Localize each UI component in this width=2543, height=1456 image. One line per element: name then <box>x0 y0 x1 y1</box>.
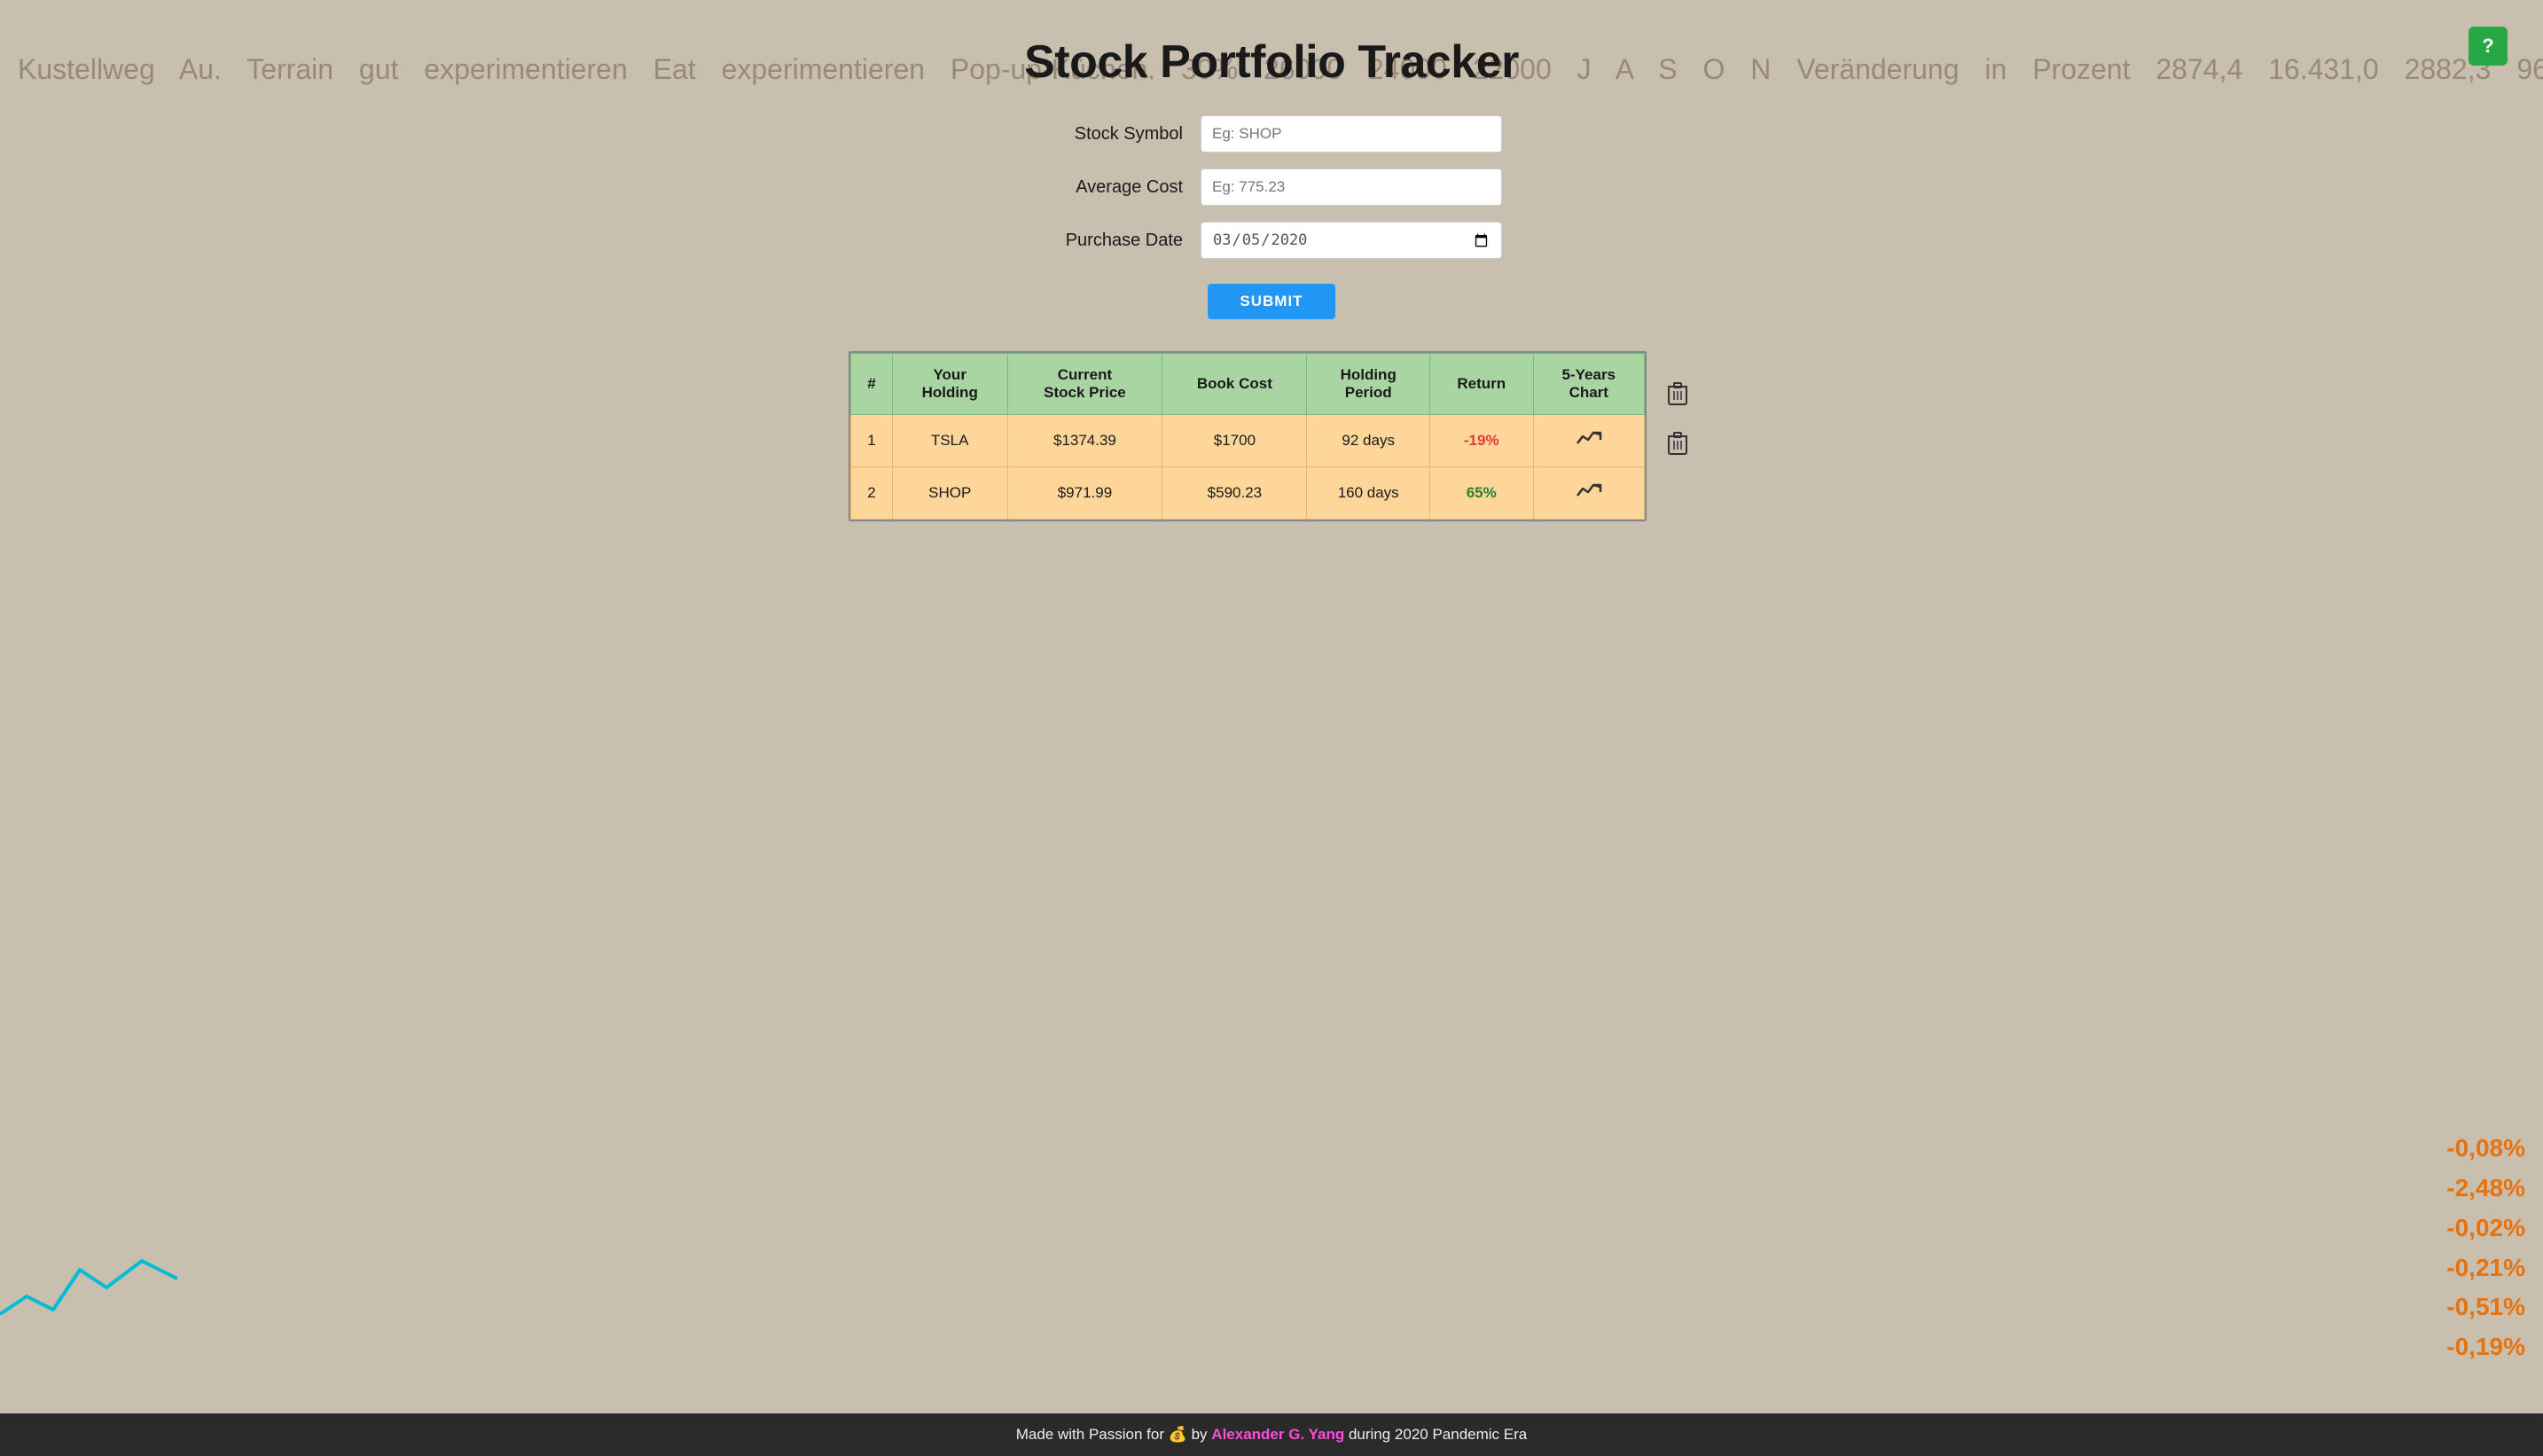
portfolio-table-wrapper: # YourHolding CurrentStock Price Book Co… <box>849 351 1647 521</box>
col-current-price: CurrentStock Price <box>1007 354 1162 415</box>
submit-label: SUBMIT <box>1240 293 1303 309</box>
table-row: 2 SHOP $971.99 $590.23 160 days 65% <box>851 467 1645 520</box>
col-book-cost: Book Cost <box>1162 354 1307 415</box>
purchase-date-row: Purchase Date <box>1041 222 1502 259</box>
cell-chart-2[interactable] <box>1533 467 1644 520</box>
cell-return-1: -19% <box>1429 415 1533 467</box>
stock-symbol-label: Stock Symbol <box>1041 124 1183 145</box>
cell-chart-1[interactable] <box>1533 415 1644 467</box>
col-return: Return <box>1429 354 1533 415</box>
trash-icon-1 <box>1668 382 1687 405</box>
trash-icon-2 <box>1668 432 1687 455</box>
purchase-date-input[interactable] <box>1201 222 1502 259</box>
portfolio-table-container: # YourHolding CurrentStock Price Book Co… <box>849 319 1694 521</box>
cell-current-price-2: $971.99 <box>1007 467 1162 520</box>
delete-row-1-button[interactable] <box>1661 369 1694 419</box>
col-holding-period: HoldingPeriod <box>1307 354 1429 415</box>
chart-icon-2[interactable] <box>1576 483 1602 505</box>
help-button-label: ? <box>2482 35 2493 58</box>
cell-current-price-1: $1374.39 <box>1007 415 1162 467</box>
table-header-row: # YourHolding CurrentStock Price Book Co… <box>851 354 1645 415</box>
cell-book-cost-2: $590.23 <box>1162 467 1307 520</box>
cell-book-cost-1: $1700 <box>1162 415 1307 467</box>
cell-holding-2: SHOP <box>892 467 1007 520</box>
footer-text-before: Made with Passion for 💰 by <box>1016 1426 1212 1443</box>
cell-index-1: 1 <box>851 415 893 467</box>
delete-buttons-container <box>1661 369 1694 468</box>
help-button[interactable]: ? <box>2469 27 2508 66</box>
stock-form: Stock Symbol Average Cost Purchase Date … <box>1041 115 1502 319</box>
page-title: Stock Portfolio Tracker <box>1024 35 1519 89</box>
cell-return-2: 65% <box>1429 467 1533 520</box>
cell-holding-1: TSLA <box>892 415 1007 467</box>
col-index: # <box>851 354 893 415</box>
table-row: 1 TSLA $1374.39 $1700 92 days -19% <box>851 415 1645 467</box>
average-cost-label: Average Cost <box>1041 177 1183 198</box>
col-chart: 5-YearsChart <box>1533 354 1644 415</box>
portfolio-table: # YourHolding CurrentStock Price Book Co… <box>850 353 1645 520</box>
cell-holding-period-2: 160 days <box>1307 467 1429 520</box>
footer: Made with Passion for 💰 by Alexander G. … <box>0 1413 2543 1456</box>
cell-index-2: 2 <box>851 467 893 520</box>
footer-text-after: during 2020 Pandemic Era <box>1344 1426 1527 1443</box>
average-cost-row: Average Cost <box>1041 168 1502 206</box>
stock-symbol-input[interactable] <box>1201 115 1502 153</box>
chart-icon-1[interactable] <box>1576 431 1602 453</box>
average-cost-input[interactable] <box>1201 168 1502 206</box>
delete-row-2-button[interactable] <box>1661 419 1694 468</box>
cell-holding-period-1: 92 days <box>1307 415 1429 467</box>
stock-symbol-row: Stock Symbol <box>1041 115 1502 153</box>
purchase-date-label: Purchase Date <box>1041 231 1183 251</box>
footer-author: Alexander G. Yang <box>1211 1426 1344 1443</box>
submit-button[interactable]: SUBMIT <box>1208 284 1334 319</box>
col-holding: YourHolding <box>892 354 1007 415</box>
